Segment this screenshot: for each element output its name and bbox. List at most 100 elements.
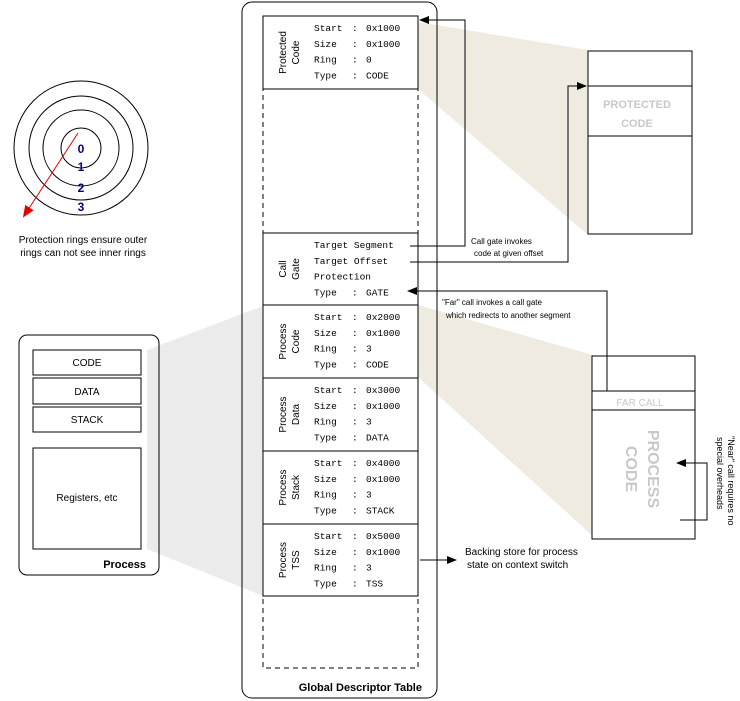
projection-protected-code xyxy=(418,22,588,235)
gdt-entry[interactable]: Protected CodeStart:0x1000Size:0x1000Ring… xyxy=(262,15,419,90)
protected-memory: PROTECTED CODE xyxy=(587,50,693,235)
gdt-field-value: 0x1000 xyxy=(366,547,401,558)
process-box: CODE DATA STACK Registers, etc Process xyxy=(18,334,160,576)
gdt-field: Size:0x1000 xyxy=(314,328,401,339)
process-segment-stack-label: STACK xyxy=(71,415,104,426)
process-segment-data-label: DATA xyxy=(74,387,100,398)
gdt-field: Target Offset xyxy=(314,256,388,267)
gdt-field: Size:0x1000 xyxy=(314,547,401,558)
process-memory-label-line1: PROCESS xyxy=(644,430,661,509)
gdt-field-value: 0x1000 xyxy=(366,401,401,412)
gdt-field-separator: : xyxy=(352,287,358,298)
gdt-field-value: 0x1000 xyxy=(366,39,401,50)
gdt-entry[interactable]: Process DataStart:0x3000Size:0x1000Ring:3… xyxy=(262,377,419,452)
backing-store-note-line1: Backing store for process xyxy=(465,547,578,558)
gdt-entry-name: Code xyxy=(291,329,302,353)
ring-label-2: 2 xyxy=(78,181,85,195)
protection-rings: 0 1 2 3 Protection rings ensure outer ri… xyxy=(13,80,149,259)
gdt-field-value: 0x2000 xyxy=(366,312,401,323)
gdt-field: Type: STACK xyxy=(314,505,395,516)
gdt-field: Size:0x1000 xyxy=(314,39,401,50)
gdt-field-key: Start xyxy=(314,23,343,34)
gdt-field: Target Segment xyxy=(314,240,394,251)
gdt-entry[interactable]: Process TSSStart:0x5000Size:0x1000Ring:3T… xyxy=(262,523,419,597)
gdt-field: Type: CODE xyxy=(314,359,389,370)
gdt-field-separator: : xyxy=(352,23,358,34)
far-call-note-line2: which redirects to another segment xyxy=(445,311,571,320)
gdt-title: Global Descriptor Table xyxy=(299,682,422,694)
gdt-field-separator: : xyxy=(352,312,358,323)
gdt-field-key: Type xyxy=(314,578,337,589)
gdt-field-value: 0x5000 xyxy=(366,531,401,542)
gdt-field-key: Start xyxy=(314,531,343,542)
gdt-entry-name: Process xyxy=(278,323,289,359)
rings-caption-line1: Protection rings ensure outer xyxy=(19,235,148,246)
gdt-entry-name: TSS xyxy=(291,550,302,570)
gdt-entry-name: Process xyxy=(278,542,289,578)
gdt-field-value: GATE xyxy=(366,287,389,298)
gdt-field-key: Ring xyxy=(314,563,337,574)
gdt-field-separator: : xyxy=(352,70,358,81)
ring-label-1: 1 xyxy=(78,160,85,174)
rings-caption-line2: rings can not see inner rings xyxy=(20,248,146,259)
gdt-diagram: 0 1 2 3 Protection rings ensure outer ri… xyxy=(13,1,736,699)
gdt-field-separator: : xyxy=(352,432,358,443)
protected-memory-frame xyxy=(587,50,693,235)
call-gate-note-line2: code at given offset xyxy=(474,249,544,258)
gdt-field-key: Size xyxy=(314,547,337,558)
call-gate-note-line1: Call gate invokes xyxy=(471,237,532,246)
gdt-field-value: 0x1000 xyxy=(366,474,401,485)
gdt-field: Start:0x2000 xyxy=(314,312,401,323)
gdt-field-value: 3 xyxy=(366,417,372,428)
gdt-field-separator: : xyxy=(352,55,358,66)
gdt-field: Start:0x3000 xyxy=(314,385,401,396)
gdt-field-key: Ring xyxy=(314,55,337,66)
gdt-field-key: Ring xyxy=(314,490,337,501)
gdt-field-separator: : xyxy=(352,359,358,370)
gdt-entry[interactable]: Process CodeStart:0x2000Size:0x1000Ring:3… xyxy=(262,304,419,379)
gdt-field-separator: : xyxy=(352,474,358,485)
protected-memory-label-line2: CODE xyxy=(621,118,653,130)
gdt-field-separator: : xyxy=(352,531,358,542)
gdt-field-value: 3 xyxy=(366,344,372,355)
gdt-field-key: Type xyxy=(314,70,337,81)
gdt-field-value: 0 xyxy=(366,55,372,66)
gdt-field-key: Size xyxy=(314,328,337,339)
gdt-field-separator: : xyxy=(352,344,358,355)
process-title: Process xyxy=(103,559,146,571)
gdt-field-separator: : xyxy=(352,401,358,412)
gdt-field-value: 0x1000 xyxy=(366,328,401,339)
gdt-field-key: Type xyxy=(314,505,337,516)
gdt-field-key: Start xyxy=(314,458,343,469)
gdt-field: Start:0x1000 xyxy=(314,23,401,34)
gdt-field: Start:0x4000 xyxy=(314,458,401,469)
gdt-field-value: STACK xyxy=(366,505,395,516)
gdt-entry[interactable]: Process StackStart:0x4000Size:0x1000Ring:… xyxy=(262,450,419,525)
gdt-field-key: Protection xyxy=(314,272,371,283)
gdt-entry-name: Protected xyxy=(278,31,289,74)
gdt-field-value: 3 xyxy=(366,490,372,501)
gdt-field-separator: : xyxy=(352,547,358,558)
gdt-field: Size:0x1000 xyxy=(314,401,401,412)
gdt-field-value: CODE xyxy=(366,70,389,81)
gdt-field: Size:0x1000 xyxy=(314,474,401,485)
gdt-entry[interactable]: Call Gate Target Segment Target Offset Prote… xyxy=(262,232,419,306)
protected-memory-label-line1: PROTECTED xyxy=(603,99,671,111)
gdt-entry-name: Stack xyxy=(291,474,302,500)
gdt-entry-name: Data xyxy=(291,404,302,426)
gdt-field-separator: : xyxy=(352,505,358,516)
gdt-field: Protection xyxy=(314,272,371,283)
gdt-field-key: Ring xyxy=(314,344,337,355)
gdt-field-key: Start xyxy=(314,312,343,323)
near-call-note-line1: "Near" call requires no xyxy=(726,436,736,525)
ring-label-0: 0 xyxy=(78,142,85,156)
gdt-field-value: 0x4000 xyxy=(366,458,401,469)
projection-process-code xyxy=(418,305,596,539)
process-segment-code-label: CODE xyxy=(73,358,102,369)
gdt-field-separator: : xyxy=(352,385,358,396)
gdt-field-separator: : xyxy=(352,563,358,574)
gdt-field-value: TSS xyxy=(366,578,383,589)
projection-process xyxy=(147,306,263,596)
gdt-field-value: 3 xyxy=(366,563,372,574)
gdt-entries: Protected CodeStart:0x1000Size:0x1000Ring… xyxy=(262,15,419,597)
